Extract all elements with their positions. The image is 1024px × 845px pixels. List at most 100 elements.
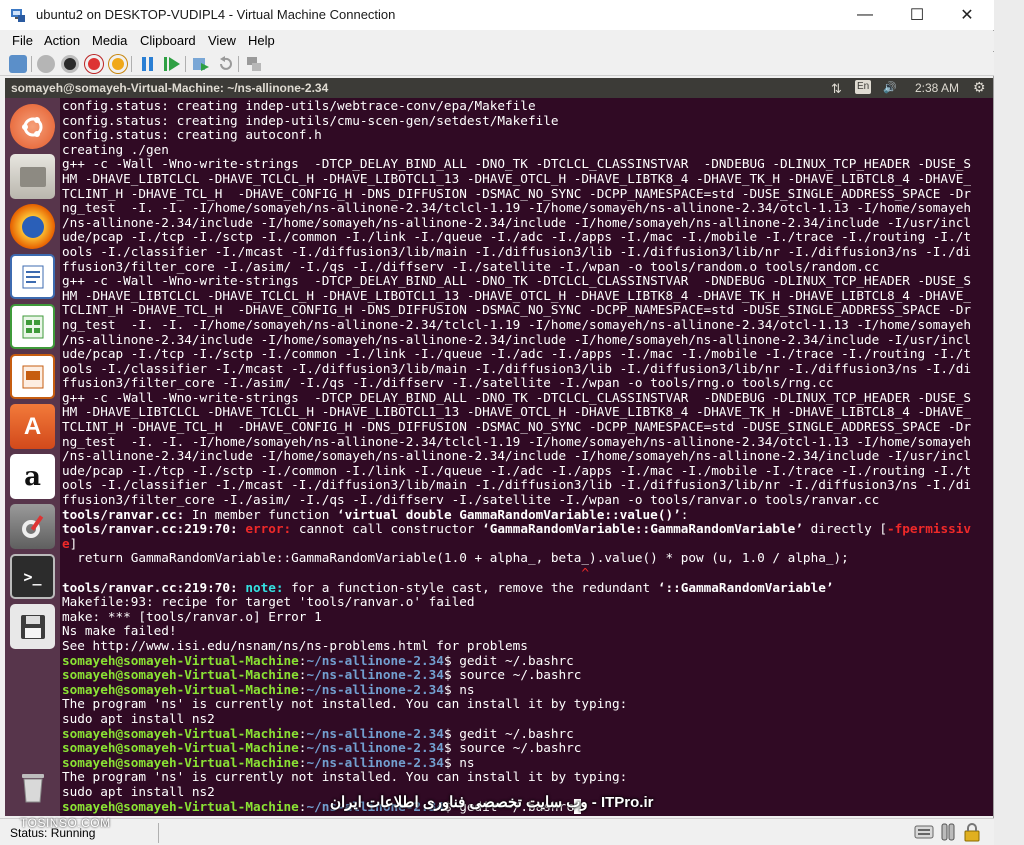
terminal-line: /ns-allinone-2.34/include -I/home/somaye… <box>62 331 971 347</box>
minimize-button[interactable]: — <box>840 0 890 30</box>
checkpoint-icon[interactable] <box>192 55 210 73</box>
calc-icon[interactable] <box>10 304 55 349</box>
error-flag-tail: e <box>62 535 70 551</box>
tosinso-watermark: TOSINSO.COM <box>20 816 111 830</box>
terminal-line: config.status: creating indep-utils/webt… <box>62 99 536 113</box>
vm-screen[interactable]: somayeh@somayeh-Virtual-Machine: ~/ns-al… <box>5 78 993 816</box>
pause-icon[interactable] <box>139 55 157 73</box>
terminal-text: : <box>680 506 689 522</box>
prompt-path: ~/ns-allinone-2.34 <box>306 667 444 683</box>
terminal-line: config.status: creating indep-utils/cmu-… <box>62 112 559 128</box>
terminal-text: In member function <box>184 506 337 522</box>
command: ns <box>459 754 475 770</box>
caret-padding <box>62 565 581 580</box>
start-icon[interactable] <box>37 55 55 73</box>
command: source ~/.bashrc <box>459 740 582 756</box>
amazon-icon[interactable]: a <box>10 454 55 499</box>
volume-icon[interactable]: 🔊 <box>883 81 897 94</box>
clock[interactable]: 2:38 AM <box>915 81 959 95</box>
floppy-icon[interactable] <box>10 604 55 649</box>
prompt-dollar: $ <box>443 652 460 668</box>
window-title: ubuntu2 on DESKTOP-VUDIPL4 - Virtual Mac… <box>36 7 396 22</box>
minimize-icon: — <box>857 6 873 23</box>
itpro-watermark: وب سایت تخصصی فناوری اطلاعات ایران - ITP… <box>330 794 654 811</box>
error-message: cannot call constructor <box>298 521 483 537</box>
enhanced-session-icon[interactable] <box>245 55 263 73</box>
network-icon[interactable]: ⇅ <box>831 81 842 97</box>
keyboard-layout-indicator[interactable]: En <box>855 80 872 94</box>
terminal-text: directly [ <box>802 521 887 537</box>
terminal-line: sudo apt install ns2 <box>62 710 215 726</box>
turn-off-icon[interactable] <box>61 55 79 73</box>
menu-media[interactable]: Media <box>92 33 127 48</box>
note-label: note: <box>245 579 292 595</box>
terminal-line: ng_test -I. -I. -I/home/somayeh/ns-allin… <box>62 316 971 332</box>
terminal-line: make: *** [tools/ranvar.o] Error 1 <box>62 608 322 624</box>
ctrl-alt-del-icon[interactable] <box>9 55 27 73</box>
menu-file[interactable]: File <box>12 33 33 48</box>
writer-icon[interactable] <box>10 254 55 299</box>
mouse-status-icon <box>941 823 955 841</box>
terminal-line: ng_test -I. -I. -I/home/somayeh/ns-allin… <box>62 433 971 449</box>
desktop-background-strip <box>994 0 1024 845</box>
system-menu-icon[interactable]: ⚙ <box>973 79 986 96</box>
terminal-output[interactable]: config.status: creating indep-utils/webt… <box>62 99 989 816</box>
terminal-line: ools -I./classifier -I./mcast -I./diffus… <box>62 477 971 493</box>
terminal-line: g++ -c -Wall -Wno-write-strings -DTCP_DE… <box>62 156 971 172</box>
trash-icon[interactable] <box>10 764 55 809</box>
prompt-path: ~/ns-allinone-2.34 <box>306 725 444 741</box>
system-settings-icon[interactable] <box>10 504 55 549</box>
terminal-line: ng_test -I. -I. -I/home/somayeh/ns-allin… <box>62 200 971 216</box>
terminal-line: ffusion3/filter_core -I./asim/ -I./qs -I… <box>62 258 880 274</box>
terminal-line: The program 'ns' is currently not instal… <box>62 769 628 785</box>
resume-icon[interactable] <box>163 55 181 73</box>
revert-icon[interactable] <box>216 55 234 73</box>
ubuntu-dash-icon[interactable] <box>10 104 55 149</box>
terminal-line: ffusion3/filter_core -I./asim/ -I./qs -I… <box>62 375 834 391</box>
maximize-button[interactable]: ☐ <box>892 0 942 30</box>
error-symbol: ‘GammaRandomVariable::GammaRandomVariabl… <box>482 521 803 537</box>
error-flag: -fpermissiv <box>887 521 972 537</box>
command: source ~/.bashrc <box>459 667 582 683</box>
command: ns <box>459 681 475 697</box>
terminal-line: ude/pcap -I./tcp -I./sctp -I./common -I.… <box>62 462 971 478</box>
vm-connection-app-icon <box>11 9 25 22</box>
terminal-line: The program 'ns' is currently not instal… <box>62 696 628 712</box>
error-location: tools/ranvar.cc:219:70: <box>62 521 246 537</box>
software-center-icon[interactable]: A <box>10 404 55 449</box>
prompt-dollar: $ <box>443 681 460 697</box>
terminal-line: HM -DHAVE_LIBTCLCL -DHAVE_TCLCL_H -DHAVE… <box>62 404 971 420</box>
terminal-line: g++ -c -Wall -Wno-write-strings -DTCP_DE… <box>62 273 971 289</box>
terminal-icon[interactable]: >_ <box>10 554 55 599</box>
menu-help[interactable]: Help <box>248 33 275 48</box>
terminal-line: Ns make failed! <box>62 623 177 639</box>
prompt-dollar: $ <box>443 740 460 756</box>
note-location: tools/ranvar.cc:219:70: <box>62 579 246 595</box>
prompt-user: somayeh@somayeh-Virtual-Machine <box>62 798 299 814</box>
terminal-text: ] <box>69 535 78 551</box>
menu-action[interactable]: Action <box>44 33 80 48</box>
close-button[interactable]: ✕ <box>942 0 992 30</box>
prompt-user: somayeh@somayeh-Virtual-Machine <box>62 725 299 741</box>
firefox-icon[interactable] <box>10 204 55 249</box>
terminal-line: g++ -c -Wall -Wno-write-strings -DTCP_DE… <box>62 389 971 405</box>
terminal-line: See http://www.isi.edu/nsnam/ns/ns-probl… <box>62 637 528 653</box>
unity-launcher: A a >_ <box>5 98 60 816</box>
terminal-line: config.status: creating autoconf.h <box>62 127 322 143</box>
files-icon[interactable] <box>10 154 55 199</box>
close-icon: ✕ <box>960 7 974 24</box>
menu-view[interactable]: View <box>208 33 236 48</box>
command: gedit ~/.bashrc <box>459 652 574 668</box>
save-state-icon[interactable] <box>109 55 127 73</box>
shutdown-icon[interactable] <box>85 55 103 73</box>
prompt-user: somayeh@somayeh-Virtual-Machine <box>62 740 299 756</box>
title-bar: ubuntu2 on DESKTOP-VUDIPL4 - Virtual Mac… <box>0 0 994 30</box>
terminal-line: /ns-allinone-2.34/include -I/home/somaye… <box>62 214 971 230</box>
prompt-user: somayeh@somayeh-Virtual-Machine <box>62 667 299 683</box>
keyboard-status-icon <box>914 825 934 839</box>
note-message: for a function-style cast, remove the re… <box>291 579 658 595</box>
menu-clipboard[interactable]: Clipboard <box>140 33 196 48</box>
terminal-line: TCLINT_H -DHAVE_TCL_H -DHAVE_CONFIG_H -D… <box>62 302 971 318</box>
impress-icon[interactable] <box>10 354 55 399</box>
prompt-user: somayeh@somayeh-Virtual-Machine <box>62 754 299 770</box>
